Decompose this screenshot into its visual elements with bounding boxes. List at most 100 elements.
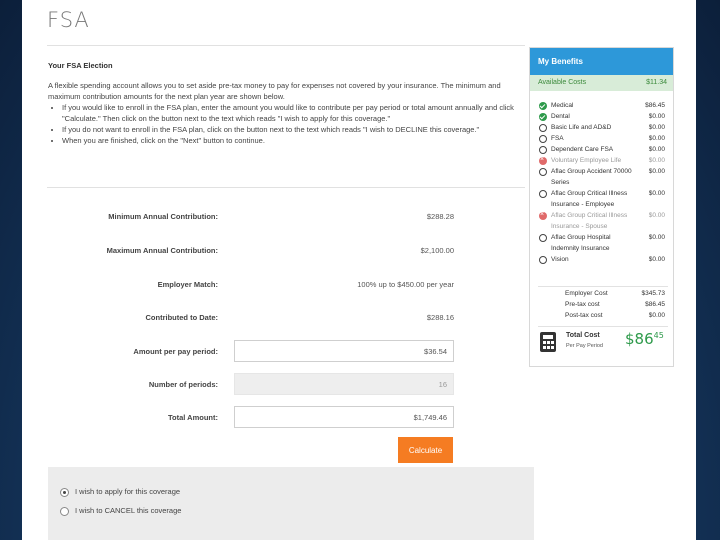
total-cost-label: Total Cost [566,332,600,339]
divider [47,187,525,188]
per-pay-input[interactable]: $36.54 [234,340,454,362]
divider [47,45,525,46]
my-benefits-panel: My Benefits Available Costs $11.34 Medic… [529,47,674,367]
posttax-cost-row: Post-tax cost $0.00 [565,312,665,322]
pretax-cost-label: Pre-tax cost [565,301,600,308]
benefit-amount: $0.00 [648,124,665,131]
my-benefits-title: My Benefits [530,48,673,75]
page-title: FSA [47,8,90,32]
benefit-name: FSA [551,135,564,142]
benefit-item[interactable]: Aflac Group Accident 70000 Series $0.00 [530,166,675,188]
benefit-item[interactable]: Voluntary Employee Life $0.00 [530,154,675,166]
min-contribution-value: $288.28 [426,212,454,221]
benefit-name: Dental [551,113,570,120]
employer-match-value: 100% up to $450.00 per year [357,280,454,289]
benefit-name: Aflac Group Critical Illness Insurance -… [551,190,628,208]
benefit-amount: $86.45 [645,102,665,109]
periods-label: Number of periods: [148,380,218,389]
pretax-cost-row: Pre-tax cost $86.45 [565,301,665,311]
radio-checked-icon[interactable] [60,487,69,497]
periods-input: 16 [234,373,454,395]
page: FSA Your FSA Election A flexible spendin… [22,0,696,540]
benefit-item[interactable]: FSA $0.00 [530,133,675,144]
benefit-name: Medical [551,102,574,109]
pending-icon [539,135,547,143]
benefit-item[interactable]: Medical $86.45 [530,100,675,111]
benefit-item[interactable]: Aflac Group Critical Illness Insurance -… [530,188,675,210]
max-contribution-value: $2,100.00 [420,246,454,255]
posttax-cost-value: $0.00 [648,312,665,319]
per-pay-label: Amount per pay period: [133,347,218,356]
total-cost-amount: $8645 [625,330,664,348]
total-cost-sub: Per Pay Period [566,343,603,349]
benefit-item[interactable]: Aflac Group Critical Illness Insurance -… [530,209,675,232]
total-amount-input[interactable]: $1,749.46 [234,406,454,428]
benefit-name: Basic Life and AD&D [551,124,612,131]
posttax-cost-label: Post-tax cost [565,312,603,319]
benefit-name: Vision [551,256,569,263]
benefit-item[interactable]: Dental $0.00 [530,111,675,122]
instruction-item: If you would like to enroll in the FSA p… [62,102,518,124]
benefit-name: Voluntary Employee Life [551,157,622,164]
benefit-item[interactable]: Basic Life and AD&D $0.00 [530,122,675,133]
section-title: Your FSA Election [48,61,113,70]
coverage-options: I wish to apply for this coverage I wish… [48,467,534,540]
benefit-item[interactable]: Aflac Group Hospital Indemnity Insurance… [530,232,675,254]
max-contribution-row: Maximum Annual Contribution: $2,100.00 [48,239,454,263]
min-contribution-row: Minimum Annual Contribution: $288.28 [48,205,454,229]
pending-icon [539,146,547,154]
employer-cost-value: $345.73 [641,290,666,297]
periods-row: Number of periods: 16 [48,373,454,397]
benefit-amount: $0.00 [648,157,665,164]
instruction-item: If you do not want to enroll in the FSA … [62,124,518,135]
benefit-item[interactable]: Vision $0.00 [530,254,675,265]
benefit-amount: $0.00 [648,113,665,120]
radio-unchecked-icon[interactable] [60,506,69,516]
cancel-coverage-option[interactable]: I wish to CANCEL this coverage [60,504,181,518]
benefit-amount: $0.00 [648,234,665,241]
pending-icon [539,190,547,198]
benefit-amount: $0.00 [648,212,665,219]
benefit-amount: $0.00 [648,135,665,142]
benefit-amount: $0.00 [648,146,665,153]
max-contribution-label: Maximum Annual Contribution: [106,246,218,255]
contributed-value: $288.16 [426,313,454,322]
instruction-item: When you are finished, click on the "Nex… [62,135,518,146]
pending-icon [539,168,547,176]
intro-text: A flexible spending account allows you t… [48,80,518,146]
contributed-row: Contributed to Date: $288.16 [48,306,455,330]
available-costs-row: Available Costs $11.34 [530,75,673,91]
benefit-name: Aflac Group Critical Illness Insurance -… [551,212,628,230]
available-costs-label: Available Costs [538,79,587,86]
min-contribution-label: Minimum Annual Contribution: [108,212,218,221]
cancel-coverage-label: I wish to CANCEL this coverage [75,506,182,515]
total-cost: Total Cost Per Pay Period $8645 [540,330,666,354]
total-cost-cents: 45 [653,331,664,340]
pending-icon [539,234,547,242]
apply-coverage-option[interactable]: I wish to apply for this coverage [60,485,180,499]
pending-icon [539,256,547,264]
calculate-button[interactable]: Calculate [398,437,453,463]
per-pay-row: Amount per pay period: $36.54 [48,340,454,364]
employer-match-row: Employer Match: 100% up to $450.00 per y… [48,273,454,297]
benefit-name: Dependent Care FSA [551,146,614,153]
benefit-amount: $0.00 [648,190,665,197]
benefit-name: Aflac Group Accident 70000 Series [551,168,632,186]
decline-icon [539,154,547,165]
employer-match-label: Employer Match: [157,280,218,289]
intro-paragraph: A flexible spending account allows you t… [48,81,501,101]
total-amount-row: Total Amount: $1,749.46 [48,406,454,430]
divider [538,286,668,287]
employer-cost-row: Employer Cost $345.73 [565,290,665,300]
benefit-name: Aflac Group Hospital Indemnity Insurance [551,234,611,252]
benefit-item[interactable]: Dependent Care FSA $0.00 [530,144,675,155]
benefit-list: Medical $86.45 Dental $0.00 Basic Life and A… [530,100,675,265]
check-icon [539,102,547,110]
employer-cost-label: Employer Cost [565,290,608,297]
benefit-amount: $0.00 [648,168,665,175]
calculator-icon [540,332,556,352]
available-costs-value: $11.34 [646,79,667,86]
check-icon [539,113,547,121]
pending-icon [539,124,547,132]
total-cost-dollars: $86 [625,330,654,348]
